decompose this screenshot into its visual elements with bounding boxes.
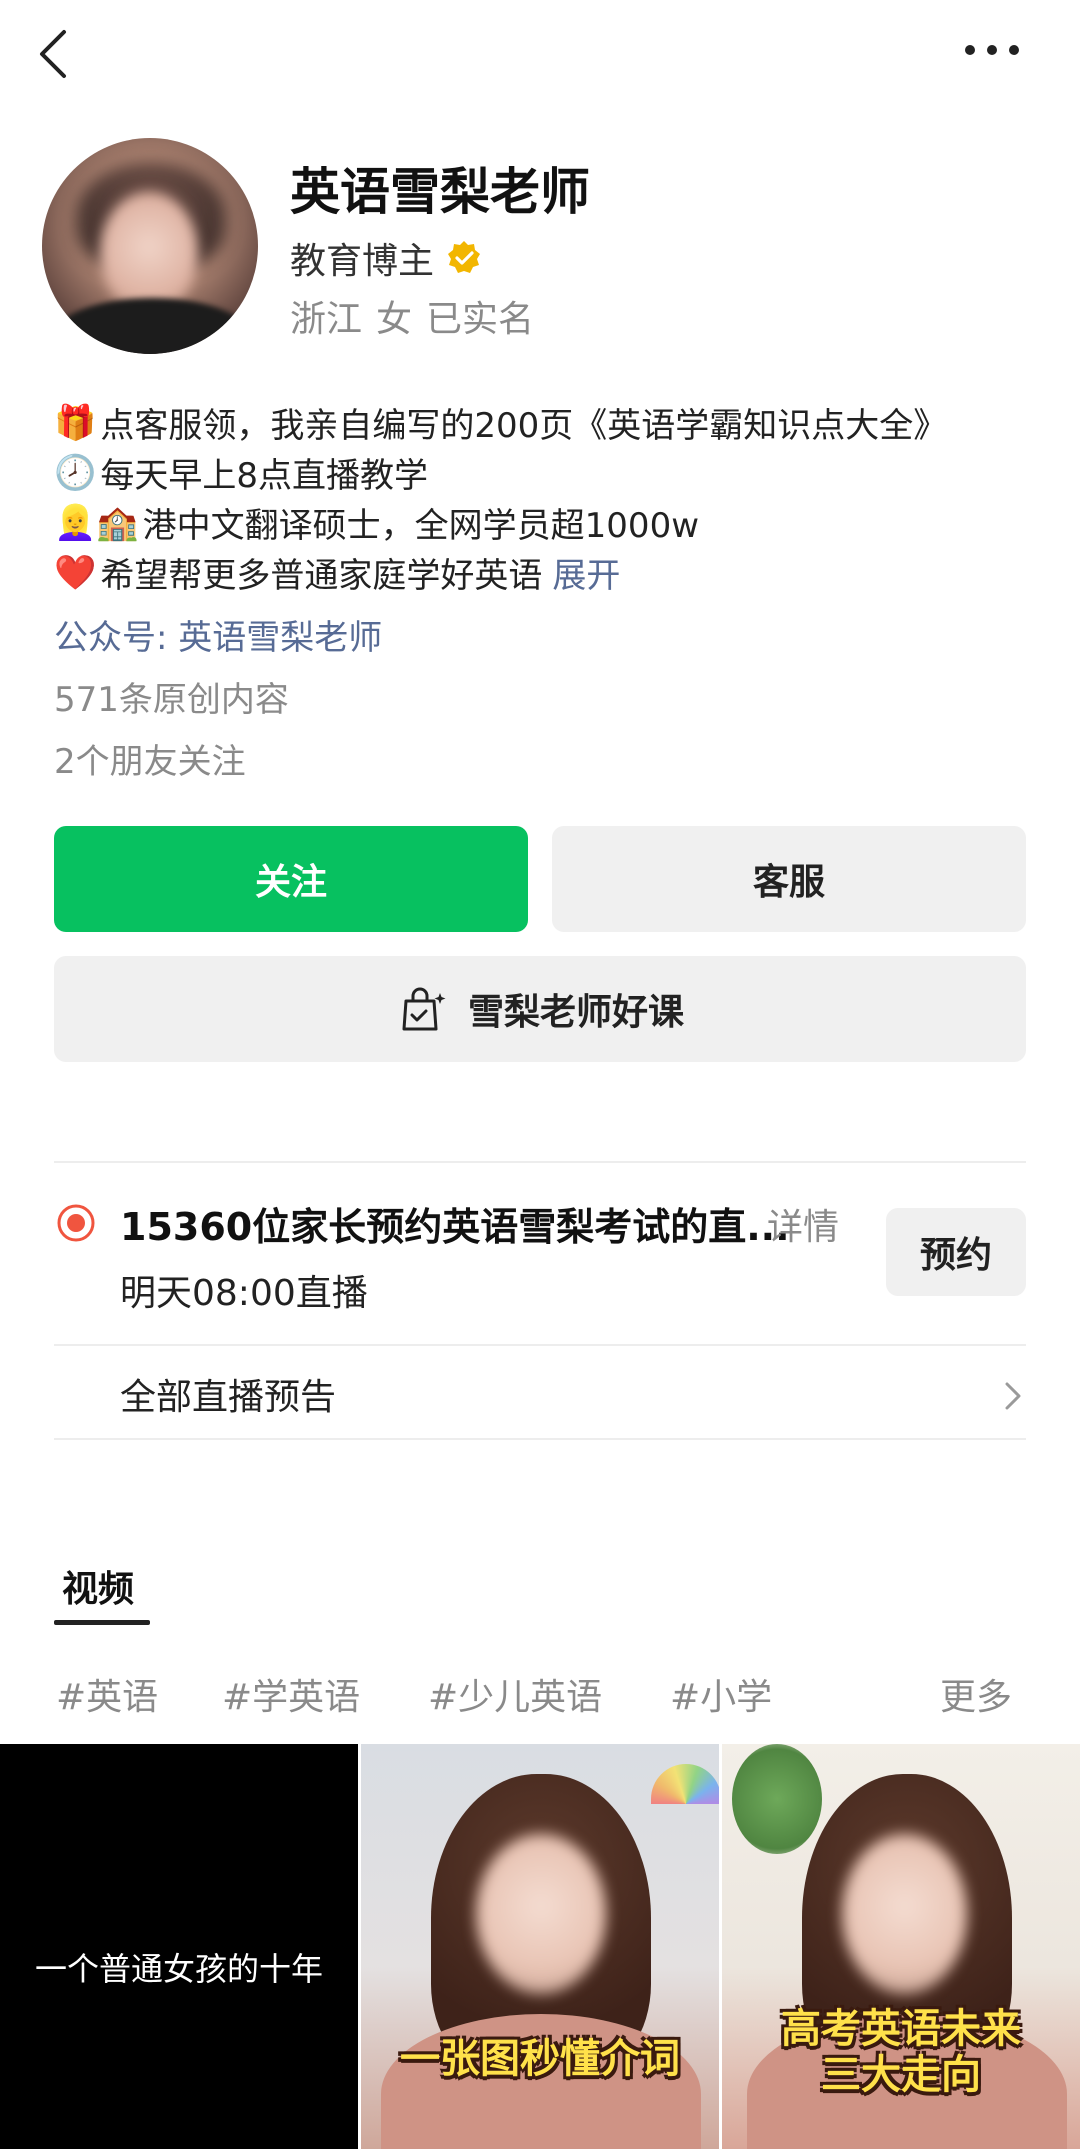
course-button-label: 雪梨老师好课 xyxy=(467,992,684,1033)
profile-region: 浙江 xyxy=(290,299,363,340)
person-face xyxy=(842,1834,967,1994)
more-horizontal-icon[interactable] xyxy=(962,38,1022,62)
topic-tag[interactable]: #学英语 xyxy=(222,1668,360,1720)
bio-line: 👱‍♀️🏫 港中文翻译硕士，全网学员超1000w xyxy=(54,498,699,547)
course-button[interactable]: 雪梨老师好课 xyxy=(54,956,1026,1062)
reserve-button[interactable]: 预约 xyxy=(886,1208,1026,1296)
plant-decoration xyxy=(732,1744,822,1854)
bio-text: 点客服领，我亲自编写的200页《英语学霸知识点大全》 xyxy=(100,406,948,446)
profile-name: 英语雪梨老师 xyxy=(290,163,590,221)
video-caption: 高考英语未来 三大走向 xyxy=(722,2006,1080,2098)
bio-text: 港中文翻译硕士，全网学员超1000w xyxy=(142,506,700,546)
bio-text: 每天早上8点直播教学 xyxy=(100,456,428,496)
rainbow-decoration xyxy=(651,1764,719,1804)
bio-line: ❤️ 希望帮更多普通家庭学好英语 展开 xyxy=(54,548,620,597)
video-caption: 一张图秒懂介词 xyxy=(400,2036,680,2082)
bio-line: 🕗 每天早上8点直播教学 xyxy=(54,448,428,497)
bio-text: 希望帮更多普通家庭学好英语 xyxy=(100,556,543,596)
back-chevron-icon[interactable] xyxy=(34,26,74,82)
person-face xyxy=(476,1834,606,1994)
customer-service-button[interactable]: 客服 xyxy=(552,826,1026,932)
tags-more-link[interactable]: 更多 xyxy=(940,1668,1012,1720)
woman-school-icon: 👱‍♀️🏫 xyxy=(54,502,139,543)
chevron-right-icon[interactable] xyxy=(1002,1378,1024,1414)
heart-icon: ❤️ xyxy=(54,552,97,593)
video-thumbnail[interactable]: 一张图秒懂介词 xyxy=(361,1744,719,2149)
live-time: 明天08:00直播 xyxy=(120,1273,368,1314)
divider xyxy=(54,1161,1026,1163)
tab-video[interactable]: 视频 xyxy=(62,1560,134,1612)
original-content-count[interactable]: 571条原创内容 xyxy=(54,672,289,721)
avatar[interactable] xyxy=(42,138,258,354)
video-thumbnail[interactable]: 高考英语未来 三大走向 xyxy=(722,1744,1080,2149)
profile-meta: 浙江 女 已实名 xyxy=(290,290,534,342)
friends-following[interactable]: 2个朋友关注 xyxy=(54,734,246,783)
topic-tag[interactable]: #小学 xyxy=(670,1668,772,1720)
profile-verified-status: 已实名 xyxy=(426,299,535,340)
live-detail-link[interactable]: 详情 xyxy=(767,1198,839,1250)
bio-line: 🎁 点客服领，我亲自编写的200页《英语学霸知识点大全》 xyxy=(54,398,947,447)
video-caption-line: 三大走向 xyxy=(821,2052,981,2098)
official-account-link[interactable]: 公众号: 英语雪梨老师 xyxy=(54,610,382,659)
video-thumbnail[interactable]: 一个普通女孩的十年 xyxy=(0,1744,358,2149)
topic-tag[interactable]: #少儿英语 xyxy=(428,1668,602,1720)
divider xyxy=(54,1344,1026,1346)
profile-gender: 女 xyxy=(376,299,413,340)
tab-active-indicator xyxy=(54,1620,150,1625)
verified-badge-icon xyxy=(448,241,481,273)
live-indicator-icon xyxy=(57,1204,95,1242)
gift-icon: 🎁 xyxy=(54,402,97,443)
video-caption-line: 高考英语未来 xyxy=(781,2006,1021,2052)
divider xyxy=(54,1438,1026,1440)
topic-tag[interactable]: #英语 xyxy=(56,1668,158,1720)
profile-role: 教育博主 xyxy=(290,232,484,284)
shopping-bag-icon xyxy=(402,987,446,1031)
live-title[interactable]: 15360位家长预约英语雪梨考试的直... xyxy=(120,1196,790,1251)
video-caption: 一个普通女孩的十年 xyxy=(34,1950,323,1988)
all-live-previews-link[interactable]: 全部直播预告 xyxy=(120,1368,336,1420)
profile-role-label: 教育博主 xyxy=(290,241,435,282)
clock-icon: 🕗 xyxy=(54,452,97,493)
follow-button[interactable]: 关注 xyxy=(54,826,528,932)
expand-bio-link[interactable]: 展开 xyxy=(552,548,620,597)
